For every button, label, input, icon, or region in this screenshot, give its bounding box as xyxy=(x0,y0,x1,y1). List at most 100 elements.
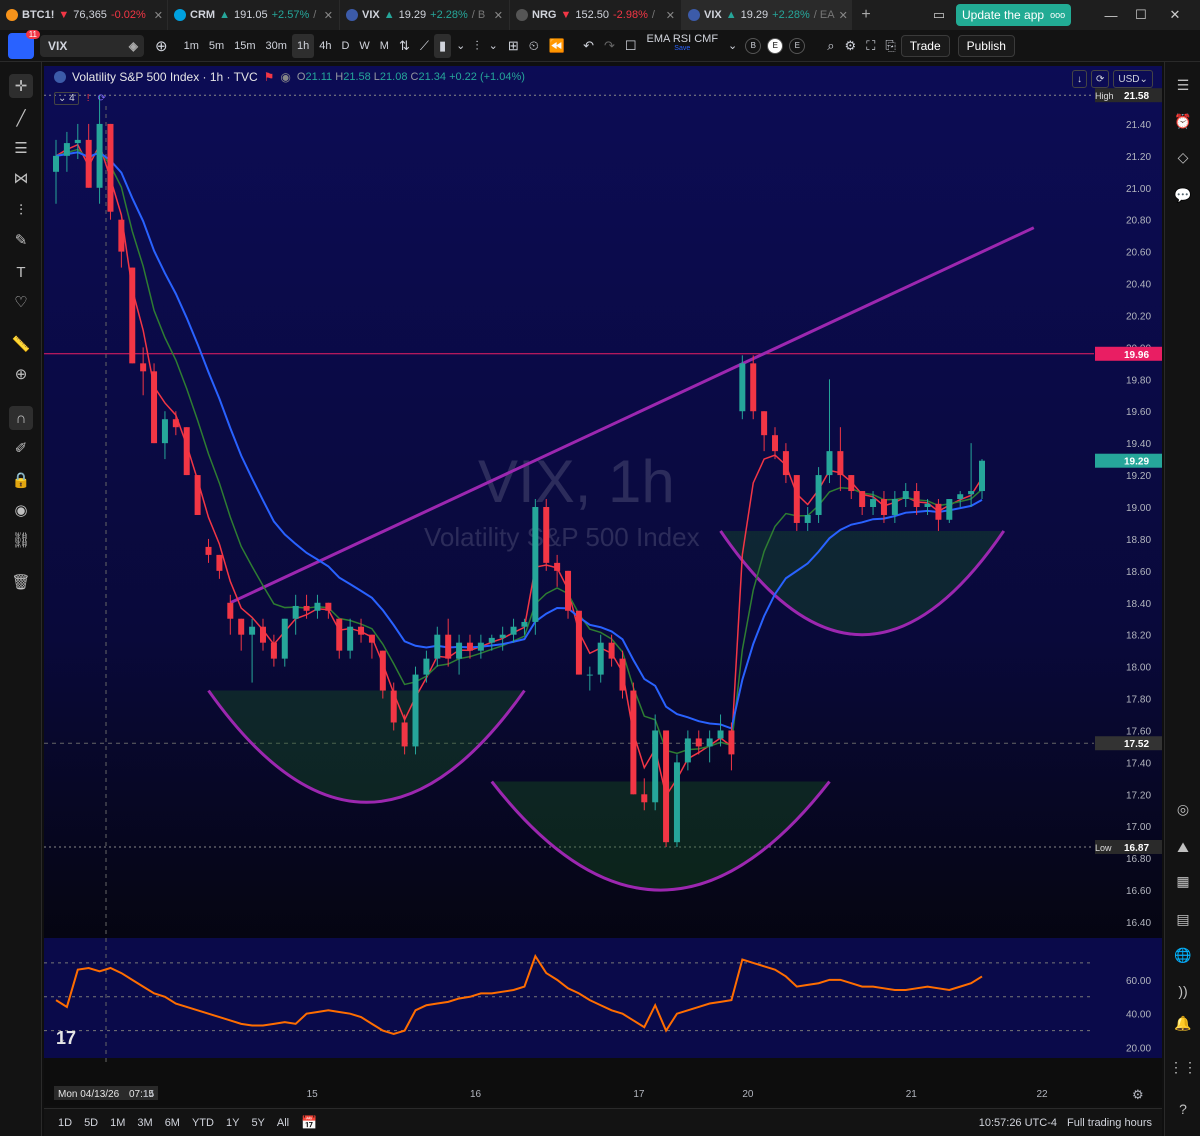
settings-icon[interactable]: ⚙ xyxy=(840,34,862,58)
fib-icon[interactable]: ☰ xyxy=(9,136,33,160)
candle[interactable] xyxy=(129,267,136,364)
close-tab-icon[interactable]: ✕ xyxy=(666,9,675,22)
zoom-icon[interactable]: ⌕ xyxy=(822,34,839,58)
candle[interactable] xyxy=(750,355,757,420)
bar-replay-icon[interactable]: ⇅ xyxy=(394,34,415,58)
alert-icon[interactable]: ⏲ xyxy=(524,34,544,58)
sync-icon[interactable]: ⟳ xyxy=(1091,70,1110,88)
trendline-icon[interactable]: ╱ xyxy=(9,106,33,130)
close-window-icon[interactable]: ✕ xyxy=(1160,0,1190,30)
signal-icon[interactable]: )) xyxy=(1172,980,1194,1002)
alarm-icon[interactable]: ⏰ xyxy=(1172,110,1194,132)
refresh-icon[interactable]: ⟳ xyxy=(98,93,106,104)
tab-crm-1[interactable]: CRM ▲ 191.05 +2.57% / ✕ xyxy=(168,0,340,30)
candle[interactable] xyxy=(532,499,539,635)
candle[interactable] xyxy=(815,467,822,523)
layers-icon[interactable]: ◇ xyxy=(1172,146,1194,168)
range-3m[interactable]: 3M xyxy=(131,1117,158,1129)
candle[interactable] xyxy=(630,682,637,795)
warning-icon[interactable]: ! xyxy=(87,93,90,104)
range-all[interactable]: All xyxy=(271,1117,295,1129)
interval-15m[interactable]: 15m xyxy=(229,34,260,58)
close-tab-icon[interactable]: ✕ xyxy=(839,9,848,22)
indicators-icon[interactable]: ⫶ xyxy=(470,34,483,58)
forecast-icon[interactable]: ⫶ xyxy=(9,198,33,222)
link-icon[interactable]: ⛓ xyxy=(9,528,33,552)
candle[interactable] xyxy=(543,499,550,571)
date-range-icon[interactable]: 📅 xyxy=(295,1115,323,1131)
interval-1h[interactable]: 1h xyxy=(291,33,315,58)
currency-select[interactable]: USD ⌄ xyxy=(1113,70,1153,88)
publish-button[interactable]: Publish xyxy=(957,34,1015,57)
avatar[interactable]: 11 xyxy=(8,29,40,59)
globe-icon[interactable]: 🌐 xyxy=(1172,944,1194,966)
close-tab-icon[interactable]: ✕ xyxy=(494,9,503,22)
pattern-icon[interactable]: ⋈ xyxy=(9,166,33,190)
chevron-down-icon[interactable]: ⌄ xyxy=(484,34,503,58)
tab-btc1-0[interactable]: BTC1! ▼ 76,365 -0.02% ✕ xyxy=(0,0,168,30)
candle[interactable] xyxy=(663,730,670,847)
tab-nrg-3[interactable]: NRG ▼ 152.50 -2.98% / ✕ xyxy=(510,0,682,30)
symbol-search-input[interactable]: VIX ◈ xyxy=(40,34,144,57)
ideas-icon[interactable]: ⛰ xyxy=(1172,836,1194,858)
candle[interactable] xyxy=(793,475,800,531)
candle-chart-icon[interactable]: ▮ xyxy=(433,33,452,58)
tab-vix-2[interactable]: VIX ▲ 19.29 +2.28% / B ✕ xyxy=(340,0,510,30)
range-5d[interactable]: 5D xyxy=(78,1117,104,1129)
circle-b[interactable]: B xyxy=(745,37,762,54)
range-1m[interactable]: 1M xyxy=(104,1117,131,1129)
clock[interactable]: 10:57:26 UTC-4 xyxy=(979,1117,1057,1129)
chevron-down-icon[interactable]: ⌄ xyxy=(451,34,470,58)
update-app-button[interactable]: Update the app ooo xyxy=(956,4,1072,26)
eye-icon[interactable]: ◉ xyxy=(9,498,33,522)
range-1d[interactable]: 1D xyxy=(52,1117,78,1129)
minimize-icon[interactable]: — xyxy=(1096,0,1126,30)
candle[interactable] xyxy=(946,499,953,523)
fullscreen-icon[interactable]: ⛶ xyxy=(861,34,880,58)
line-chart-icon[interactable]: ⟋ xyxy=(415,34,434,58)
news-icon[interactable]: ▤ xyxy=(1172,908,1194,930)
tab-vix-4[interactable]: VIX ▲ 19.29 +2.28% / EA ✕ xyxy=(682,0,852,30)
watchlist-icon[interactable]: ◈ xyxy=(129,39,138,53)
trade-button[interactable]: Trade xyxy=(900,34,950,57)
candle[interactable] xyxy=(575,610,582,675)
crosshair-icon[interactable]: ✛ xyxy=(9,74,33,98)
add-symbol-icon[interactable]: ⊕ xyxy=(150,34,173,58)
chat-icon[interactable]: 💬 xyxy=(1172,184,1194,206)
candle[interactable] xyxy=(739,355,746,420)
range-5y[interactable]: 5Y xyxy=(245,1117,270,1129)
monitor-icon[interactable]: ▭ xyxy=(924,0,954,30)
interval-30m[interactable]: 30m xyxy=(261,34,292,58)
undo-icon[interactable]: ↶ xyxy=(578,34,599,58)
axis-settings-icon[interactable]: ⚙ xyxy=(1132,1088,1144,1103)
candle[interactable] xyxy=(107,123,114,220)
rectangle-icon[interactable]: ☐ xyxy=(620,34,642,58)
circle-e1[interactable]: E xyxy=(767,37,784,54)
new-tab-icon[interactable]: + xyxy=(852,6,880,24)
candle[interactable] xyxy=(673,754,680,847)
indicator-count[interactable]: ⌄ 4 xyxy=(54,92,79,105)
apps-icon[interactable]: ⋮⋮ xyxy=(1169,1056,1197,1078)
heart-icon[interactable]: ♡ xyxy=(9,290,33,314)
camera-icon[interactable]: ⎘ xyxy=(880,34,900,58)
lock-icon[interactable]: 🔒 xyxy=(9,468,33,492)
interval-M[interactable]: M xyxy=(375,34,394,58)
price-chart[interactable]: VIX, 1h Volatility S&P 500 Index 21.6021… xyxy=(44,66,1162,1106)
close-tab-icon[interactable]: ✕ xyxy=(324,9,333,22)
magnet-icon[interactable]: ∩ xyxy=(9,406,33,430)
redo-icon[interactable]: ↷ xyxy=(599,34,620,58)
interval-5m[interactable]: 5m xyxy=(204,34,229,58)
candle[interactable] xyxy=(194,475,201,515)
circle-e2[interactable]: E xyxy=(789,37,806,54)
indicator-template[interactable]: EMA RSI CMF Save xyxy=(642,33,724,58)
ruler-icon[interactable]: 📏 xyxy=(9,332,33,356)
calendar-icon[interactable]: ▦ xyxy=(1172,870,1194,892)
close-tab-icon[interactable]: ✕ xyxy=(154,9,163,22)
flag-marker-icon[interactable]: ⚑ xyxy=(264,70,275,84)
candle[interactable] xyxy=(412,666,419,755)
help-icon[interactable]: ? xyxy=(1172,1098,1194,1120)
candle[interactable] xyxy=(151,363,158,444)
download-icon[interactable]: ↓ xyxy=(1072,70,1087,88)
notifications-icon[interactable]: 🔔 xyxy=(1172,1012,1194,1034)
maximize-icon[interactable]: ☐ xyxy=(1126,0,1156,30)
